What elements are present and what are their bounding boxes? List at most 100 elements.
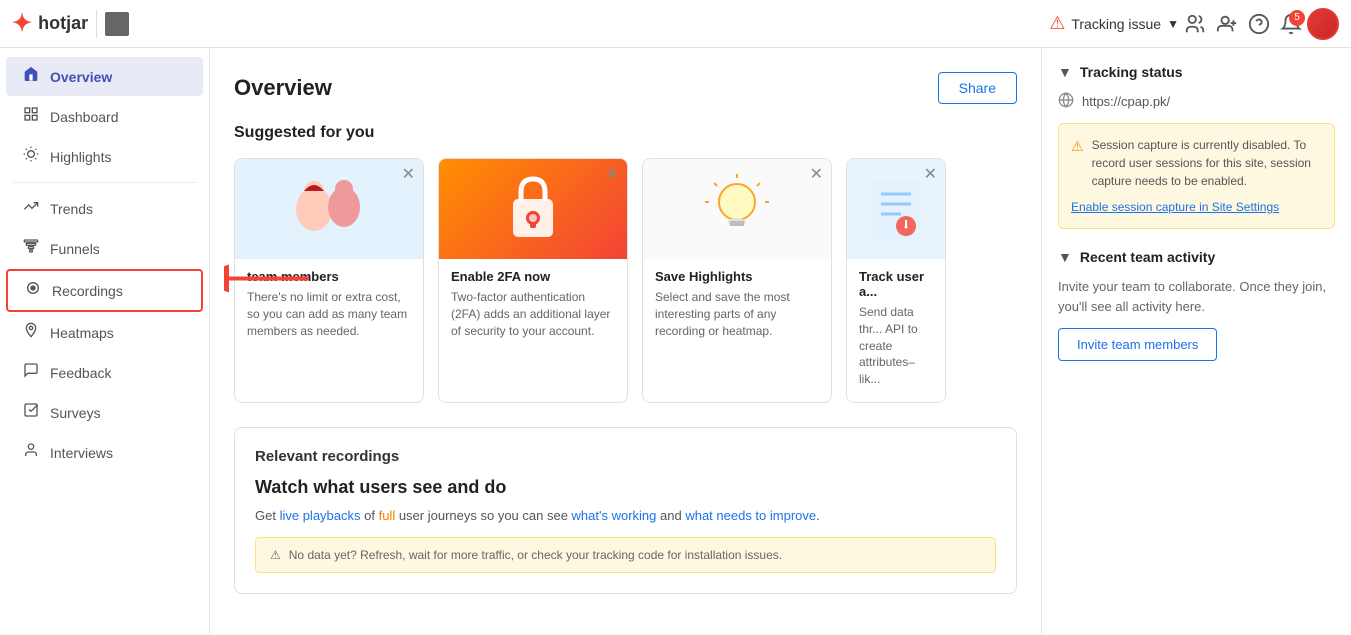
- help-icon[interactable]: [1243, 8, 1275, 40]
- feedback-icon: [22, 362, 40, 383]
- recordings-section-title: Relevant recordings: [255, 448, 996, 465]
- content-header: Overview Share: [234, 72, 1017, 104]
- top-bar: ✦ hotjar ⚠ Tracking issue ▼ 5: [0, 0, 1351, 48]
- sidebar-item-funnels[interactable]: Funnels: [6, 229, 203, 268]
- user-avatar[interactable]: [1307, 8, 1339, 40]
- recordings-desc-part4: and: [656, 508, 685, 523]
- dashboard-icon: [22, 106, 40, 127]
- sidebar-highlights-label: Highlights: [50, 149, 111, 165]
- invite-team-members-button[interactable]: Invite team members: [1058, 328, 1217, 361]
- card-track: ✕: [846, 158, 946, 403]
- sidebar-item-trends[interactable]: Trends: [6, 189, 203, 228]
- site-url-row: https://cpap.pk/: [1058, 92, 1335, 111]
- info-bar-warning-icon: ⚠: [270, 548, 281, 562]
- card-highlights-desc: Select and save the most interesting par…: [655, 289, 819, 339]
- share-button[interactable]: Share: [938, 72, 1017, 104]
- enable-session-capture-link[interactable]: Enable session capture in Site Settings: [1071, 198, 1322, 216]
- suggestions-cards-container: ✕: [234, 158, 1017, 403]
- sidebar-item-interviews[interactable]: Interviews: [6, 433, 203, 472]
- info-bar-text: No data yet? Refresh, wait for more traf…: [289, 548, 782, 562]
- card-track-body: Track user a... Send data thr... API to …: [847, 259, 945, 402]
- add-user-icon[interactable]: [1211, 8, 1243, 40]
- hotjar-logo: ✦ hotjar: [12, 9, 88, 38]
- tracking-status-label: Tracking status: [1080, 64, 1183, 80]
- card-2fa-image: [439, 159, 627, 259]
- sidebar-item-recordings[interactable]: Recordings: [6, 269, 203, 312]
- recordings-main-title: Watch what users see and do: [255, 477, 996, 498]
- sidebar-surveys-label: Surveys: [50, 405, 101, 421]
- sidebar-item-dashboard[interactable]: Dashboard: [6, 97, 203, 136]
- site-url-text: https://cpap.pk/: [1082, 94, 1170, 109]
- sidebar-trends-label: Trends: [50, 201, 93, 217]
- home-icon: [22, 66, 40, 87]
- card-highlights-title: Save Highlights: [655, 269, 819, 284]
- notifications-icon[interactable]: 5: [1275, 8, 1307, 40]
- recordings-section: Relevant recordings Watch what users see…: [234, 427, 1017, 595]
- sidebar-item-feedback[interactable]: Feedback: [6, 353, 203, 392]
- page-title: Overview: [234, 75, 332, 101]
- surveys-icon: [22, 402, 40, 423]
- sidebar-interviews-label: Interviews: [50, 445, 113, 461]
- tracking-issue-button[interactable]: ⚠ Tracking issue ▼: [1049, 13, 1179, 34]
- recordings-desc-live: live playbacks: [280, 508, 361, 523]
- recent-chevron-icon: ▼: [1058, 249, 1072, 265]
- card-track-title: Track user a...: [859, 269, 933, 299]
- people-icon[interactable]: [1179, 8, 1211, 40]
- card-2fa-desc: Two-factor authentication (2FA) adds an …: [451, 289, 615, 339]
- card-highlights-close[interactable]: ✕: [810, 167, 823, 183]
- highlights-icon: [22, 146, 40, 167]
- hotjar-flame-icon: ✦: [12, 9, 32, 38]
- topbar-divider: [96, 10, 97, 38]
- cards-row: ✕: [234, 158, 1017, 403]
- funnels-icon: [22, 238, 40, 259]
- recordings-desc-part3: user journeys so you can see: [395, 508, 571, 523]
- card-highlights-body: Save Highlights Select and save the most…: [643, 259, 831, 353]
- card-track-close[interactable]: ✕: [924, 167, 937, 183]
- app-square-icon[interactable]: [105, 12, 129, 36]
- recordings-desc-part5: .: [816, 508, 820, 523]
- trends-icon: [22, 198, 40, 219]
- card-invite-image: [235, 159, 423, 259]
- card-2fa-close[interactable]: ✕: [606, 167, 619, 183]
- recordings-desc-working: what's working: [572, 508, 657, 523]
- tracking-status-section: ▼ Tracking status https://cpap.pk/ ⚠ Ses…: [1058, 64, 1335, 229]
- suggested-section-title: Suggested for you: [234, 124, 1017, 142]
- recordings-icon: [24, 280, 42, 301]
- sidebar-item-highlights[interactable]: Highlights: [6, 137, 203, 176]
- sidebar-item-heatmaps[interactable]: Heatmaps: [6, 313, 203, 352]
- heatmaps-icon: [22, 322, 40, 343]
- sidebar-recordings-label: Recordings: [52, 283, 123, 299]
- sidebar-overview-label: Overview: [50, 69, 112, 85]
- card-track-desc: Send data thr... API to create attribute…: [859, 304, 933, 388]
- card-highlights: ✕: [642, 158, 832, 403]
- tracking-chevron-icon: ▼: [1058, 64, 1072, 80]
- recordings-desc-part1: Get: [255, 508, 280, 523]
- right-panel: ▼ Tracking status https://cpap.pk/ ⚠ Ses…: [1041, 48, 1351, 635]
- sidebar-item-overview[interactable]: Overview: [6, 57, 203, 96]
- globe-icon: [1058, 92, 1074, 111]
- card-2fa: ✕ Enable 2FA now T: [438, 158, 628, 403]
- tracking-status-header[interactable]: ▼ Tracking status: [1058, 64, 1335, 80]
- tracking-warning-icon: ⚠: [1049, 13, 1065, 34]
- notification-count: 5: [1289, 10, 1305, 26]
- sidebar-item-surveys[interactable]: Surveys: [6, 393, 203, 432]
- sidebar-funnels-label: Funnels: [50, 241, 100, 257]
- recordings-desc-full: full: [379, 508, 396, 523]
- recordings-description: Get live playbacks of full user journeys…: [255, 506, 996, 526]
- sidebar-dashboard-label: Dashboard: [50, 109, 119, 125]
- chevron-down-icon: ▼: [1167, 17, 1179, 31]
- card-invite-close[interactable]: ✕: [402, 167, 415, 183]
- tracking-issue-label: Tracking issue: [1071, 16, 1161, 32]
- recent-activity-section: ▼ Recent team activity Invite your team …: [1058, 249, 1335, 361]
- red-arrow-indicator: [224, 254, 314, 307]
- sidebar-heatmaps-label: Heatmaps: [50, 325, 114, 341]
- sidebar-feedback-label: Feedback: [50, 365, 111, 381]
- recent-activity-desc: Invite your team to collaborate. Once th…: [1058, 277, 1335, 316]
- card-highlights-image: [643, 159, 831, 259]
- interviews-icon: [22, 442, 40, 463]
- recordings-desc-part2: of: [361, 508, 379, 523]
- hotjar-wordmark: hotjar: [38, 13, 88, 34]
- main-content: Overview Share Suggested for you: [210, 48, 1041, 635]
- sidebar: Overview Dashboard Highlights Trends: [0, 48, 210, 635]
- recent-activity-header[interactable]: ▼ Recent team activity: [1058, 249, 1335, 265]
